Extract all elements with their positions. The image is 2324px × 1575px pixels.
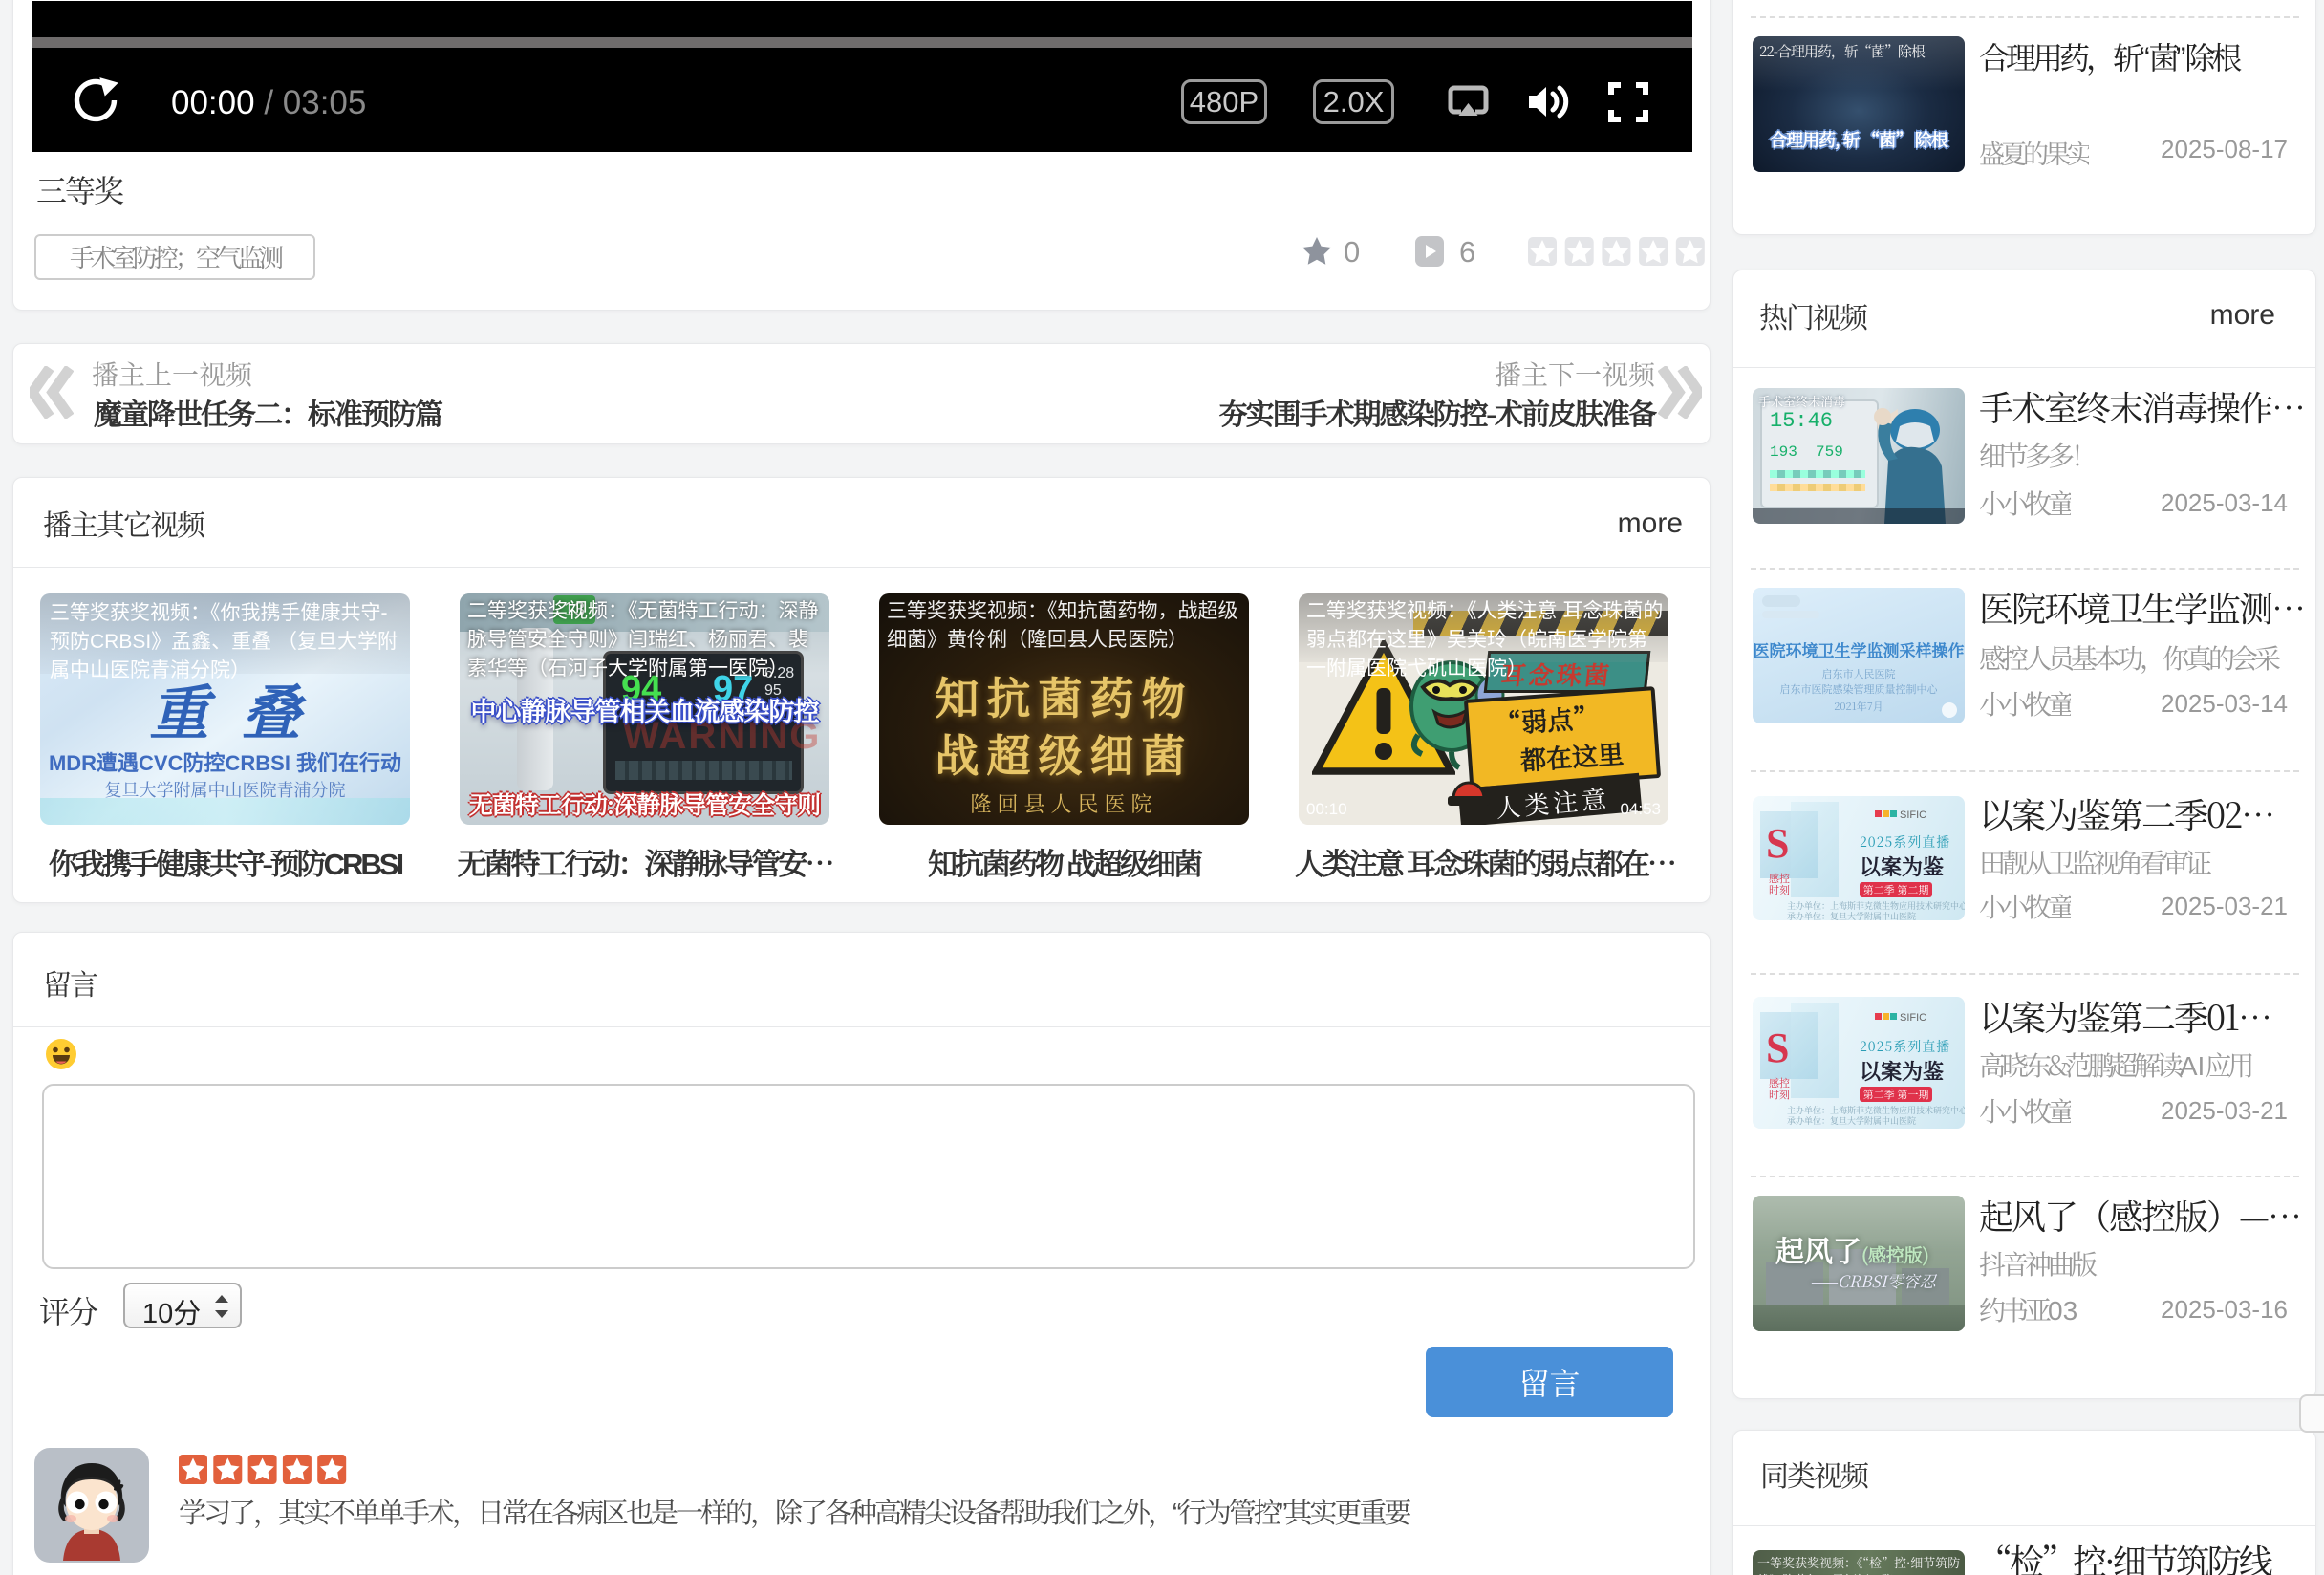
svg-text:SIFIC: SIFIC [1900,1012,1926,1024]
svg-text:SIFIC: SIFIC [1900,809,1926,821]
